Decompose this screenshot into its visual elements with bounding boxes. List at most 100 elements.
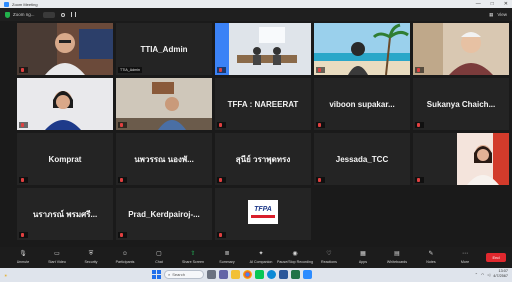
view-button[interactable]: View xyxy=(497,12,507,17)
participant-name-label xyxy=(415,122,424,128)
search-placeholder: Search xyxy=(172,272,185,277)
participant-name-label: TTIA_Admin xyxy=(118,67,142,73)
close-button[interactable]: ✕ xyxy=(504,1,508,7)
chevron-up-icon[interactable]: ⌃ xyxy=(475,272,478,277)
participant-display-name: นราภรณ์ พรมศรี... xyxy=(32,209,98,219)
record-icon: ◉ xyxy=(292,251,298,257)
participant-label-text: TTIA_Admin xyxy=(120,68,140,72)
participant-name-label xyxy=(316,67,325,73)
participant-display-name: สุนีย์ วราพุดทรง xyxy=(235,154,291,164)
participant-tile[interactable] xyxy=(215,23,311,75)
encryption-shield-icon[interactable] xyxy=(5,11,10,18)
participant-tile[interactable]: TFFA : NAREERAT xyxy=(215,78,311,130)
toolbar-notes-button[interactable]: ✎ Notes xyxy=(414,251,448,264)
volume-icon[interactable]: ◁ xyxy=(487,272,490,277)
summary-icon: ≣ xyxy=(224,251,230,257)
participant-tile[interactable] xyxy=(314,23,410,75)
participant-tile[interactable]: นพวรรณ นองพั... xyxy=(116,133,212,185)
participant-video xyxy=(413,23,509,75)
file-explorer-icon[interactable] xyxy=(231,270,240,279)
participant-tile[interactable]: TFPA xyxy=(215,188,311,240)
excel-icon[interactable] xyxy=(291,270,300,279)
toolbar-video-button[interactable]: ▭ Start Video xyxy=(40,251,74,264)
participant-name-label xyxy=(217,67,226,73)
participant-name-label xyxy=(415,177,424,183)
toolbar-ai-button[interactable]: ✦ AI Companion xyxy=(244,251,278,264)
toolbar-record-button[interactable]: ◉ Pause/Stop Recording xyxy=(277,251,313,264)
maximize-button[interactable]: □ xyxy=(491,1,494,7)
participant-tile[interactable]: นราภรณ์ พรมศรี... xyxy=(17,188,113,240)
view-icon[interactable]: ▦ xyxy=(489,12,493,18)
participant-display-name: Jessada_TCC xyxy=(335,154,389,164)
pause-icon[interactable] xyxy=(70,12,76,17)
participant-video xyxy=(17,78,113,130)
end-meeting-button[interactable]: End xyxy=(486,253,506,262)
meeting-toolbar: 🎙 Unmute ▭ Start Video ⛨ Security ☺ Participant… xyxy=(0,247,512,268)
muted-mic-icon xyxy=(417,123,420,127)
zoom-taskbar-icon[interactable] xyxy=(303,270,312,279)
toolbar-more-button[interactable]: ⋯ More xyxy=(448,251,482,264)
toolbar-summary-button[interactable]: ≣ Summary xyxy=(210,251,244,264)
search-icon: ⌕ xyxy=(168,272,171,277)
toolbar-label: More xyxy=(460,260,470,264)
taskbar-clock[interactable]: 13:07 4/7/2567 xyxy=(493,269,508,279)
muted-mic-icon xyxy=(318,68,321,72)
taskbar-search[interactable]: ⌕ Search xyxy=(164,270,204,279)
participant-name-label xyxy=(316,122,325,128)
muted-mic-icon xyxy=(21,178,24,182)
participant-name-label xyxy=(19,177,28,183)
edge-icon[interactable] xyxy=(267,270,276,279)
participant-tile[interactable] xyxy=(17,78,113,130)
word-icon[interactable] xyxy=(279,270,288,279)
weather-widget[interactable]: ☀ xyxy=(4,273,8,278)
toolbar-chat-button[interactable]: ▢ Chat xyxy=(142,251,176,264)
participant-tile[interactable] xyxy=(413,133,509,185)
meeting-info[interactable]: Zoom ng... xyxy=(13,12,35,17)
meeting-header: Zoom ng... ▦ View xyxy=(0,8,512,21)
muted-mic-icon xyxy=(417,178,420,182)
participant-tile[interactable]: สุนีย์ วราพุดทรง xyxy=(215,133,311,185)
window-title: Zoom Meeting xyxy=(12,1,38,7)
participant-tile[interactable]: viboon supakar... xyxy=(314,78,410,130)
toolbar-share-button[interactable]: ⇧ Share Screen xyxy=(176,251,210,264)
participant-name-label xyxy=(19,67,28,73)
toolbar-label: Participants xyxy=(115,260,135,264)
participant-tile[interactable] xyxy=(413,23,509,75)
meeting-topic-pill[interactable] xyxy=(42,11,55,18)
toolbar-label: Pause/Stop Recording xyxy=(277,260,313,264)
participant-video xyxy=(17,23,113,75)
participant-tile[interactable]: Komprat xyxy=(17,133,113,185)
toolbar-label: AI Companion xyxy=(249,260,273,264)
toolbar-label: Share Screen xyxy=(182,260,204,264)
line-icon[interactable] xyxy=(255,270,264,279)
toolbar-apps-button[interactable]: ▦ Apps xyxy=(346,251,380,264)
task-view-icon[interactable] xyxy=(207,270,216,279)
tfpa-logo: TFPA xyxy=(248,200,278,224)
start-button[interactable] xyxy=(152,270,161,279)
clock-date: 4/7/2567 xyxy=(493,274,508,278)
toolbar-heart-button[interactable]: ♡ Reactions xyxy=(312,251,346,264)
wifi-icon[interactable]: ◠ xyxy=(481,272,484,277)
teams-icon[interactable] xyxy=(219,270,228,279)
toolbar-mic-button[interactable]: 🎙 Unmute xyxy=(6,251,40,264)
participant-tile[interactable] xyxy=(116,78,212,130)
muted-mic-icon xyxy=(318,123,321,127)
muted-mic-icon xyxy=(219,68,222,72)
zoom-app-icon xyxy=(4,1,9,7)
toolbar-shield-button[interactable]: ⛨ Security xyxy=(74,251,108,264)
participant-video xyxy=(314,23,410,75)
weather-icon: ☀ xyxy=(4,272,8,278)
toolbar-whiteboard-button[interactable]: ▤ Whiteboards xyxy=(380,251,414,264)
toolbar-label: Apps xyxy=(358,260,368,264)
chrome-icon[interactable] xyxy=(243,270,252,279)
minimize-button[interactable]: — xyxy=(476,1,481,7)
participant-tile[interactable] xyxy=(17,23,113,75)
participant-name-label xyxy=(217,122,226,128)
toolbar-people-button[interactable]: ☺ Participants xyxy=(108,251,142,264)
participant-tile[interactable]: Sukanya Chaich... xyxy=(413,78,509,130)
heart-icon: ♡ xyxy=(326,251,332,257)
participant-name-label xyxy=(19,232,28,238)
participant-tile[interactable]: Jessada_TCC xyxy=(314,133,410,185)
participant-tile[interactable]: TTIA_Admin TTIA_Admin xyxy=(116,23,212,75)
participant-tile[interactable]: Prad_Kerdpairoj-... xyxy=(116,188,212,240)
